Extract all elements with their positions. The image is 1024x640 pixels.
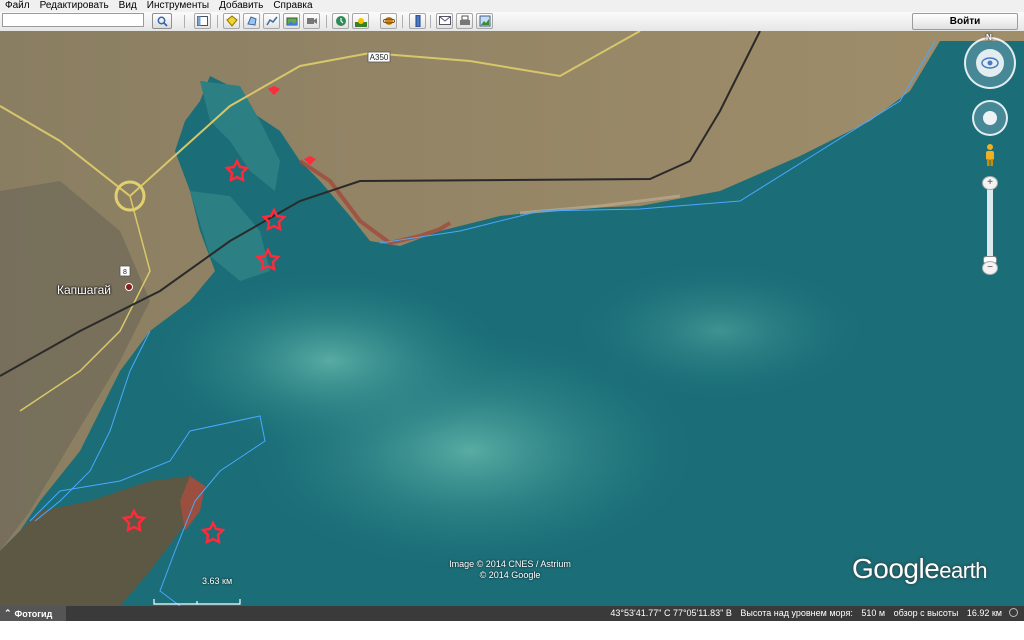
record-tour-icon bbox=[306, 18, 317, 24]
menu-help[interactable]: Справка bbox=[268, 0, 317, 12]
street-view-pegman-icon[interactable] bbox=[983, 143, 997, 167]
search-button[interactable] bbox=[152, 13, 172, 29]
sunlight-button[interactable] bbox=[352, 13, 369, 29]
toolbar-separator bbox=[430, 15, 431, 28]
satellite-imagery: A350 8 bbox=[0, 31, 1024, 606]
signin-button[interactable]: Войти bbox=[912, 13, 1018, 30]
eye-altitude-label: обзор с высоты bbox=[893, 608, 959, 618]
highway-shield: 8 bbox=[123, 269, 127, 276]
search-input[interactable] bbox=[2, 13, 144, 27]
city-label: Капшагай bbox=[57, 283, 111, 297]
tour-guide-button[interactable]: ⌃ Фотогид bbox=[0, 606, 66, 621]
menu-file[interactable]: Файл bbox=[0, 0, 35, 12]
polygon-icon bbox=[246, 16, 257, 26]
toolbar-separator bbox=[326, 15, 327, 28]
attribution-line: Image © 2014 CNES / Astrium bbox=[449, 559, 571, 569]
eye-icon bbox=[976, 49, 1004, 77]
logo-main: Google bbox=[852, 553, 940, 584]
search-icon bbox=[157, 16, 168, 27]
planets-icon bbox=[382, 17, 395, 25]
tour-chevron-icon: ⌃ bbox=[4, 608, 12, 618]
save-image-icon bbox=[479, 15, 490, 27]
add-placemark-button[interactable] bbox=[223, 13, 240, 29]
toolbar-separator bbox=[402, 15, 403, 28]
print-icon bbox=[459, 15, 470, 25]
window-bottom-edge bbox=[0, 621, 1024, 640]
add-path-button[interactable] bbox=[263, 13, 280, 29]
toolbar-separator bbox=[217, 15, 218, 28]
zoom-out-button[interactable]: − bbox=[982, 261, 998, 275]
path-icon bbox=[265, 16, 278, 26]
pointer-coordinates: 43°53'41.77" С 77°05'11.83" В bbox=[610, 608, 732, 618]
zoom-in-button[interactable]: + bbox=[982, 176, 998, 190]
scale-label: 3.63 км bbox=[202, 576, 233, 586]
city-dot bbox=[125, 283, 133, 291]
map-view[interactable]: A350 8 Капшагай Image © 2014 CNES / Astr… bbox=[0, 31, 1024, 606]
print-button[interactable] bbox=[456, 13, 473, 29]
logo-sub: earth bbox=[939, 558, 987, 583]
add-polygon-button[interactable] bbox=[243, 13, 260, 29]
menu-tools[interactable]: Инструменты bbox=[142, 0, 214, 12]
sidebar-toggle-button[interactable] bbox=[194, 13, 211, 29]
sidebar-toggle-icon bbox=[197, 16, 208, 26]
attribution-line: © 2014 Google bbox=[479, 570, 541, 580]
add-image-overlay-button[interactable] bbox=[283, 13, 300, 29]
hand-icon bbox=[983, 111, 997, 125]
imagery-attribution: Image © 2014 CNES / Astrium © 2014 Googl… bbox=[430, 559, 590, 581]
elevation-value: 510 м bbox=[861, 608, 886, 618]
move-control[interactable] bbox=[972, 100, 1008, 136]
ruler-icon bbox=[415, 15, 420, 27]
tour-guide-label: Фотогид bbox=[14, 608, 53, 619]
image-overlay-icon bbox=[286, 17, 297, 26]
email-button[interactable] bbox=[436, 13, 453, 29]
record-tour-button[interactable] bbox=[303, 13, 320, 29]
historical-imagery-icon bbox=[335, 16, 346, 26]
menu-edit[interactable]: Редактировать bbox=[35, 0, 114, 12]
elevation-label: Высота над уровнем моря: bbox=[740, 608, 853, 618]
save-image-button[interactable] bbox=[476, 13, 493, 29]
eye-altitude-value: 16.92 км bbox=[966, 608, 1002, 618]
sunlight-icon bbox=[354, 18, 367, 27]
google-earth-logo: Googleearth bbox=[852, 553, 987, 585]
toolbar: Войти bbox=[0, 12, 1024, 32]
status-bar: ⌃ Фотогид 43°53'41.77" С 77°05'11.83" В … bbox=[0, 606, 1024, 621]
streaming-status-icon bbox=[1009, 608, 1018, 617]
road-label: A350 bbox=[370, 53, 389, 62]
north-label: N bbox=[986, 33, 992, 42]
toolbar-separator bbox=[184, 15, 185, 28]
planets-button[interactable] bbox=[380, 13, 397, 29]
menu-bar: Файл Редактировать Вид Инструменты Добав… bbox=[0, 0, 1024, 12]
menu-view[interactable]: Вид bbox=[114, 0, 142, 12]
historical-imagery-button[interactable] bbox=[332, 13, 349, 29]
placemark-icon bbox=[225, 15, 238, 27]
look-control[interactable]: N bbox=[964, 33, 1016, 89]
menu-add[interactable]: Добавить bbox=[214, 0, 268, 12]
ruler-button[interactable] bbox=[409, 13, 426, 29]
status-readout: 43°53'41.77" С 77°05'11.83" В Высота над… bbox=[604, 608, 1002, 618]
email-icon bbox=[438, 16, 451, 25]
